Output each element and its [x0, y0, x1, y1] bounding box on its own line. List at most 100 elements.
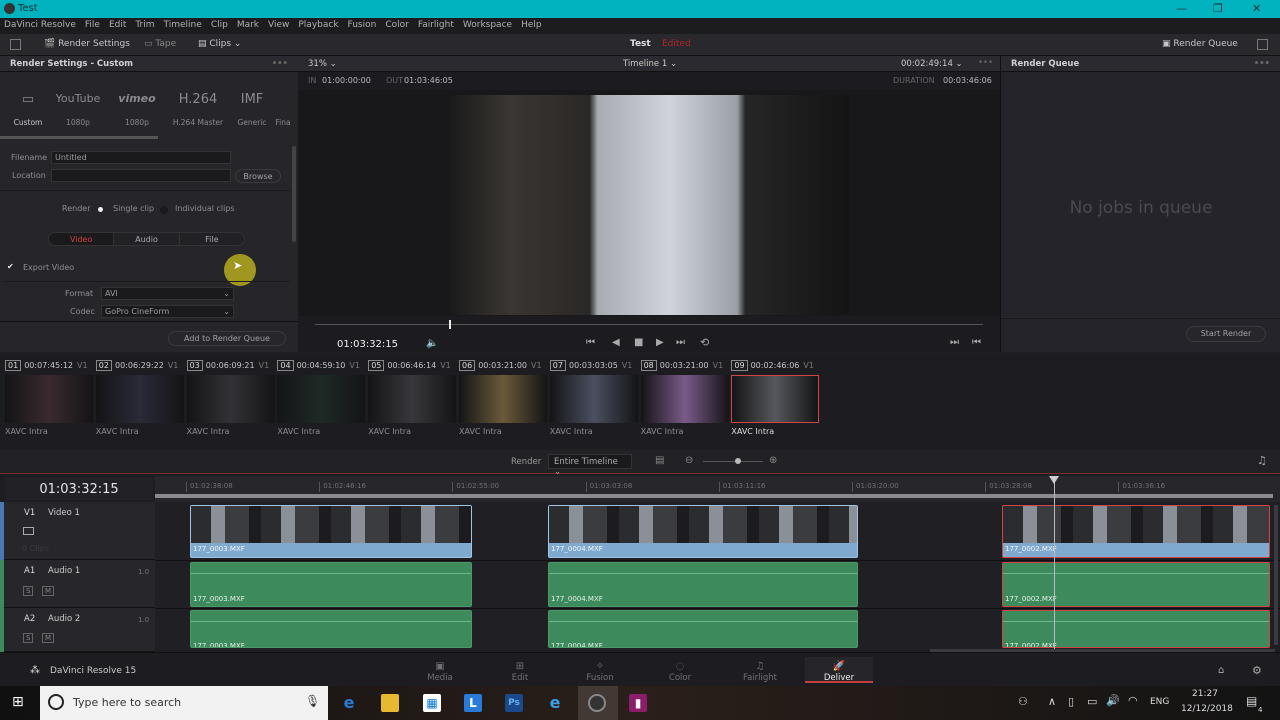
zoom-slider[interactable] — [703, 461, 763, 462]
audio-clip[interactable]: 177_0004.MXF — [548, 562, 858, 607]
media-clip[interactable]: 01 00:07:45:12 V1 XAVC Intra — [5, 360, 93, 436]
render-queue-button[interactable]: ▣ Render Queue — [1162, 39, 1238, 49]
language-indicator[interactable]: ENG — [1150, 697, 1169, 707]
next-clip-icon[interactable]: ⏭ — [950, 337, 959, 348]
export-video-checkbox[interactable]: ✔ — [7, 262, 14, 271]
prev-clip-icon[interactable]: ⏮ — [972, 337, 981, 348]
menu-file[interactable]: File — [85, 20, 100, 34]
track-name[interactable]: Video 1 — [48, 508, 80, 518]
music-note-icon[interactable]: ♫ — [1257, 454, 1267, 467]
menu-davinci[interactable]: DaVinci Resolve — [4, 20, 76, 34]
menu-help[interactable]: Help — [521, 20, 542, 34]
video-clip[interactable]: 177_0004.MXF — [548, 505, 858, 558]
preset-final[interactable]: Fina — [268, 92, 298, 127]
timeline-scroll-range[interactable] — [155, 494, 1273, 498]
scrubber[interactable] — [315, 324, 983, 325]
menu-edit[interactable]: Edit — [109, 20, 126, 34]
clock-time[interactable]: 21:27 — [1192, 689, 1218, 699]
preset-h264[interactable]: H.264 H.264 Master — [170, 92, 226, 127]
gear-icon[interactable]: ⚙ — [1252, 664, 1262, 677]
media-clip[interactable]: 05 00:06:46:14 V1 XAVC Intra — [368, 360, 457, 436]
audio-clip[interactable]: 177_0003.MXF — [190, 610, 472, 648]
file-explorer-icon[interactable] — [381, 694, 399, 712]
menu-fairlight[interactable]: Fairlight — [418, 20, 454, 34]
menu-clip[interactable]: Clip — [211, 20, 228, 34]
audio-clip[interactable]: 177_0004.MXF — [548, 610, 858, 648]
media-clip[interactable]: 02 00:06:29:22 V1 XAVC Intra — [95, 360, 184, 436]
stop-icon[interactable]: ■ — [634, 337, 643, 348]
audio-clip-selected[interactable]: 177_0002.MXF — [1002, 610, 1270, 648]
taskbar-search[interactable]: Type here to search 🎙 — [40, 686, 328, 720]
media-clip[interactable]: 07 00:03:03:05 V1 XAVC Intra — [549, 360, 638, 436]
menu-trim[interactable]: Trim — [135, 20, 154, 34]
panel-scrollbar[interactable] — [292, 146, 296, 242]
preset-youtube[interactable]: YouTube 1080p — [50, 92, 106, 127]
vertical-scrollbar[interactable] — [1274, 505, 1278, 645]
media-clip[interactable]: 08 00:03:21:00 V1 XAVC Intra — [640, 360, 729, 436]
timeline-playhead[interactable] — [1054, 478, 1055, 650]
tab-audio[interactable]: Audio — [113, 233, 178, 245]
track-name[interactable]: Audio 1 — [48, 566, 80, 576]
go-to-end-icon[interactable]: ⏭ — [676, 337, 685, 348]
mute-button[interactable]: M — [42, 586, 55, 596]
preset-custom[interactable]: ▭ Custom — [0, 92, 56, 127]
volume-icon[interactable]: 🔈 — [426, 338, 438, 349]
media-clip[interactable]: 03 00:06:09:21 V1 XAVC Intra — [186, 360, 275, 436]
filename-input[interactable]: Untitled — [51, 151, 231, 164]
preset-vimeo[interactable]: vimeo 1080p — [109, 92, 165, 127]
battery-icon[interactable]: ▭ — [1087, 695, 1097, 708]
home-icon[interactable]: ⌂ — [1218, 665, 1224, 676]
maximize-button[interactable]: ❐ — [1213, 2, 1223, 15]
page-deliver[interactable]: 🚀 Deliver — [805, 657, 873, 683]
render-settings-button[interactable]: 🎬 Render Settings — [44, 39, 130, 49]
browse-button[interactable]: Browse — [235, 169, 281, 183]
wifi-icon[interactable]: ◠ — [1128, 694, 1138, 707]
collapse-icon[interactable] — [10, 39, 21, 50]
track-name[interactable]: Audio 2 — [48, 614, 80, 624]
menu-timeline[interactable]: Timeline — [164, 20, 202, 34]
go-to-start-icon[interactable]: ⏮ — [586, 337, 595, 348]
l-app-icon[interactable]: L — [464, 694, 482, 712]
play-reverse-icon[interactable]: ◀ — [612, 337, 620, 348]
monitor-icon[interactable] — [23, 527, 34, 535]
loop-icon[interactable]: ⟲ — [700, 336, 709, 349]
volume-icon[interactable]: 🔊 — [1106, 694, 1120, 707]
timeline-view-icon[interactable]: ▤ — [655, 455, 664, 466]
menu-fusion[interactable]: Fusion — [348, 20, 377, 34]
usb-icon[interactable]: ▯ — [1068, 695, 1074, 708]
close-button[interactable]: ✕ — [1252, 2, 1261, 15]
solo-button[interactable]: S — [23, 633, 34, 643]
windows-start-icon[interactable]: ⊞ — [12, 694, 24, 710]
davinci-resolve-taskbar-icon[interactable] — [588, 694, 606, 712]
more-options-icon[interactable]: ••• — [272, 59, 288, 69]
media-clip[interactable]: 06 00:03:21:00 V1 XAVC Intra — [459, 360, 547, 436]
format-select[interactable]: AVI ⌄ — [101, 287, 234, 300]
page-color[interactable]: ◌ Color — [650, 661, 710, 683]
menu-mark[interactable]: Mark — [237, 20, 259, 34]
microphone-icon[interactable]: 🎙 — [305, 694, 320, 708]
people-icon[interactable]: ⚇ — [1018, 695, 1028, 708]
tape-button[interactable]: ▭ Tape — [144, 39, 176, 49]
more-options-icon[interactable]: ••• — [1254, 59, 1270, 69]
play-icon[interactable]: ▶ — [656, 337, 664, 348]
media-clip[interactable]: 09 00:02:46:06 V1 XAVC Intra — [731, 360, 820, 436]
clock-date[interactable]: 12/12/2018 — [1181, 704, 1233, 714]
tab-file[interactable]: File — [178, 233, 244, 245]
show-hidden-icons[interactable]: ∧ — [1048, 695, 1056, 708]
expand-icon[interactable] — [1257, 39, 1268, 50]
render-range-select[interactable]: Entire Timeline ⌄ — [548, 454, 632, 477]
mute-button[interactable]: M — [42, 633, 55, 643]
solo-button[interactable]: S — [23, 586, 34, 596]
notifications-icon[interactable]: ▤ — [1246, 694, 1257, 708]
timeline-ruler[interactable]: 01:02:38:08 01:02:46:16 01:02:55:00 01:03:0… — [155, 476, 1280, 502]
codec-select[interactable]: GoPro CineForm ⌄ — [101, 305, 234, 318]
more-options-icon[interactable]: ••• — [978, 58, 993, 68]
presentation-app-icon[interactable]: ▮ — [629, 694, 647, 712]
internet-explorer-icon[interactable]: e — [546, 694, 564, 712]
start-render-button[interactable]: Start Render — [1186, 326, 1266, 342]
audio-clip-selected[interactable]: 177_0002.MXF — [1002, 562, 1270, 607]
viewer-timecode[interactable]: 00:02:49:14 ⌄ — [901, 59, 963, 69]
menu-color[interactable]: Color — [385, 20, 409, 34]
audio-clip[interactable]: 177_0003.MXF — [190, 562, 472, 607]
zoom-select[interactable]: 31% ⌄ — [308, 59, 337, 69]
